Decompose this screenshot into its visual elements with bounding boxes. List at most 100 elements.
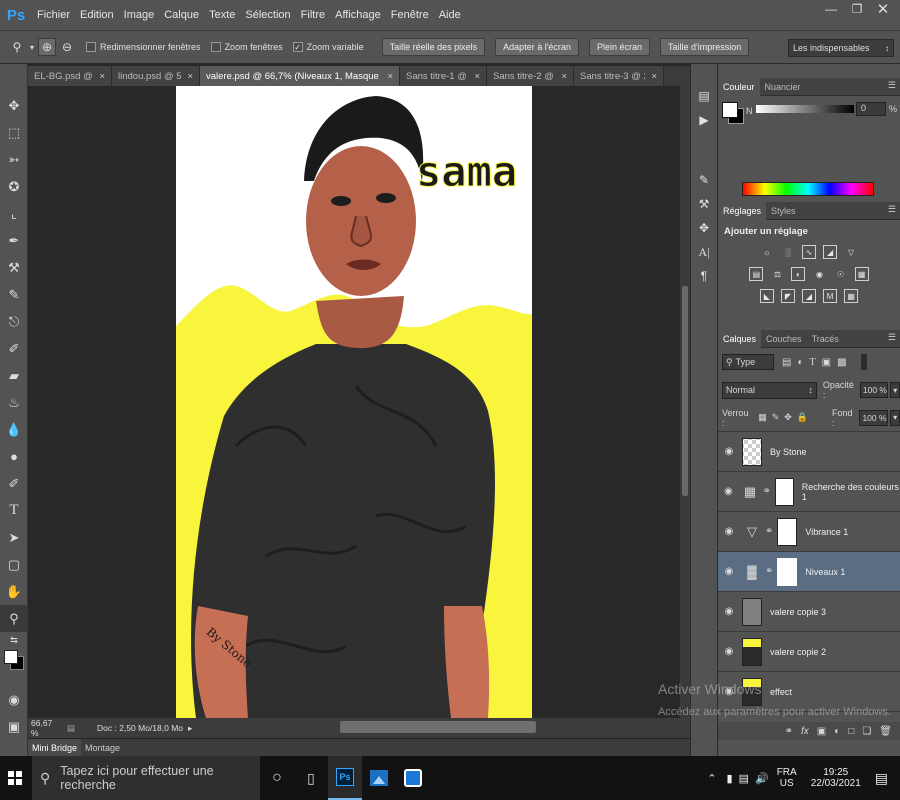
close-tab-icon[interactable]: × — [474, 71, 480, 82]
adjustment-filter-icon[interactable]: ◐ — [797, 357, 803, 368]
new-group-icon[interactable]: □ — [848, 726, 854, 737]
menu-selection[interactable]: Sélection — [240, 9, 295, 21]
vertical-scroll-thumb[interactable] — [682, 286, 688, 496]
option-button-2[interactable]: Plein écran — [588, 38, 650, 56]
task-view-icon[interactable]: ▯ — [294, 756, 328, 800]
zoom-tool-icon[interactable]: ⚲ — [0, 605, 28, 632]
chevron-down-icon[interactable]: ▾ — [890, 409, 900, 426]
photo-filter-icon[interactable]: ◉ — [813, 267, 827, 281]
invert-icon[interactable]: ◣ — [759, 289, 774, 303]
document-tab[interactable]: EL-BG.psd @ 25%... × — [28, 66, 112, 86]
chevron-down-icon[interactable]: ▾ — [28, 38, 36, 56]
healing-brush-icon[interactable]: ⚒ — [0, 254, 28, 281]
chevron-down-icon[interactable]: ▾ — [890, 382, 900, 398]
menu-fenetre[interactable]: Fenêtre — [386, 9, 434, 21]
blend-mode-select[interactable]: Normal ↕ — [722, 381, 817, 399]
visibility-eye-icon[interactable]: ◉ — [718, 566, 740, 577]
foreground-color[interactable] — [4, 650, 18, 664]
menu-calque[interactable]: Calque — [159, 9, 204, 21]
clone-source-icon[interactable]: ✥ — [691, 216, 717, 240]
lasso-tool-icon[interactable]: ➳ — [0, 146, 28, 173]
lock-pixels-icon[interactable]: ✎ — [772, 412, 780, 423]
clock[interactable]: 19:25 22/03/2021 — [811, 767, 861, 789]
eyedropper-icon[interactable]: ✒ — [0, 227, 28, 254]
color-balance-icon[interactable]: ⚖ — [770, 267, 784, 281]
document-tab[interactable]: valere.psd @ 66,7% (Niveaux 1, Masque de… — [200, 66, 400, 86]
link-layers-icon[interactable]: ⚭ — [785, 726, 793, 737]
close-icon[interactable]: ✕ — [872, 0, 894, 18]
black-slider[interactable] — [756, 105, 854, 113]
document-canvas[interactable]: By Stone sama — [176, 86, 532, 718]
type-filter-icon[interactable]: T — [810, 357, 816, 368]
marquee-tool-icon[interactable]: ⬚ — [0, 119, 28, 146]
gradient-map-icon[interactable]: ▦ — [844, 289, 859, 303]
visibility-eye-icon[interactable]: ◉ — [718, 446, 740, 457]
menu-affichage[interactable]: Affichage — [330, 9, 386, 21]
tab-calques[interactable]: Calques — [718, 329, 762, 348]
brush-tool-icon[interactable]: ✎ — [0, 281, 28, 308]
close-tab-icon[interactable]: × — [387, 71, 393, 82]
windows-start-icon[interactable] — [0, 756, 30, 800]
path-selection-icon[interactable]: ➤ — [0, 524, 28, 551]
layer-row[interactable]: ◉ ▓ ⚭ Niveaux 1 — [718, 552, 900, 592]
tab-traces[interactable]: Tracés — [807, 330, 844, 348]
battery-icon[interactable]: ▮ — [727, 772, 733, 785]
panel-menu-icon[interactable]: ☰ — [888, 80, 896, 91]
brightness-icon[interactable]: ☼ — [760, 245, 774, 259]
notifications-icon[interactable]: ▤ — [875, 770, 888, 787]
checkbox[interactable]: ✓ — [292, 42, 303, 52]
minimize-icon[interactable]: — — [820, 0, 842, 18]
play-icon[interactable]: ▸ — [188, 723, 192, 734]
eraser-icon[interactable]: ▰ — [0, 362, 28, 389]
restore-icon[interactable]: ❐ — [846, 0, 868, 18]
menu-texte[interactable]: Texte — [204, 9, 240, 21]
export-icon[interactable]: ▤ — [67, 723, 75, 734]
color-swatches[interactable] — [0, 648, 27, 686]
black-white-icon[interactable]: ◐ — [791, 267, 806, 281]
document-tab[interactable]: Sans titre-3 @ 25... × — [574, 66, 664, 86]
new-adjustment-icon[interactable]: ◐ — [834, 726, 840, 737]
blur-tool-icon[interactable]: 💧 — [0, 416, 28, 443]
visibility-eye-icon[interactable]: ◉ — [718, 486, 739, 497]
option-check-0[interactable]: Redimensionner fenêtres — [86, 42, 201, 52]
layer-row[interactable]: ◉ By Stone — [718, 432, 900, 472]
menu-aide[interactable]: Aide — [434, 9, 466, 21]
curves-icon[interactable]: ∿ — [802, 245, 816, 259]
photoshop-taskbar-icon[interactable]: Ps — [328, 756, 362, 800]
chevron-up-icon[interactable]: ⌃ — [707, 772, 716, 785]
opacity-input[interactable]: 100 % — [859, 382, 889, 398]
photos-icon[interactable] — [362, 756, 396, 800]
app-taskbar-icon[interactable] — [396, 756, 430, 800]
vertical-scrollbar[interactable] — [680, 86, 690, 718]
tab-montage[interactable]: Montage — [81, 743, 124, 753]
option-button-3[interactable]: Taille d'impression — [659, 38, 750, 56]
filter-toggle[interactable] — [860, 354, 867, 370]
zoom-level[interactable]: 66,67 % — [31, 718, 61, 738]
tab-nuancier[interactable]: Nuancier — [760, 78, 806, 96]
visibility-eye-icon[interactable]: ◉ — [718, 646, 740, 657]
vibrance-icon[interactable]: ▽ — [844, 245, 858, 259]
link-icon[interactable]: ⚭ — [765, 566, 773, 577]
layer-row[interactable]: ◉ ▽ ⚭ Vibrance 1 — [718, 512, 900, 552]
posterize-icon[interactable]: ◤ — [780, 289, 795, 303]
tab-couches[interactable]: Couches — [761, 330, 807, 348]
option-check-1[interactable]: Zoom fenêtres — [210, 42, 283, 52]
layer-row[interactable]: ◉ ▦ ⚭ Recherche des couleurs 1 — [718, 472, 900, 512]
visibility-eye-icon[interactable]: ◉ — [718, 526, 740, 537]
document-tab[interactable]: lindou.psd @ 50... × — [112, 66, 200, 86]
layer-mask-thumbnail[interactable] — [774, 477, 794, 506]
actions-icon[interactable]: ▶ — [691, 108, 717, 132]
close-tab-icon[interactable]: × — [187, 71, 193, 82]
color-spectrum[interactable] — [742, 182, 874, 196]
character-icon[interactable]: A| — [691, 240, 717, 264]
option-check-2[interactable]: ✓ Zoom variable — [292, 42, 364, 52]
zoom-out-icon[interactable]: ⊖ — [58, 38, 76, 56]
threshold-icon[interactable]: ◢ — [802, 289, 816, 303]
horizontal-scroll-thumb[interactable] — [340, 721, 536, 733]
cortana-icon[interactable]: ○ — [260, 756, 294, 800]
layer-row[interactable]: ◉ valere copie 2 — [718, 632, 900, 672]
checkbox[interactable] — [210, 42, 221, 52]
zoom-in-icon[interactable]: ⊕ — [38, 38, 56, 56]
network-icon[interactable]: ▤ — [739, 772, 749, 785]
layer-row[interactable]: ◉ valere copie 3 — [718, 592, 900, 632]
